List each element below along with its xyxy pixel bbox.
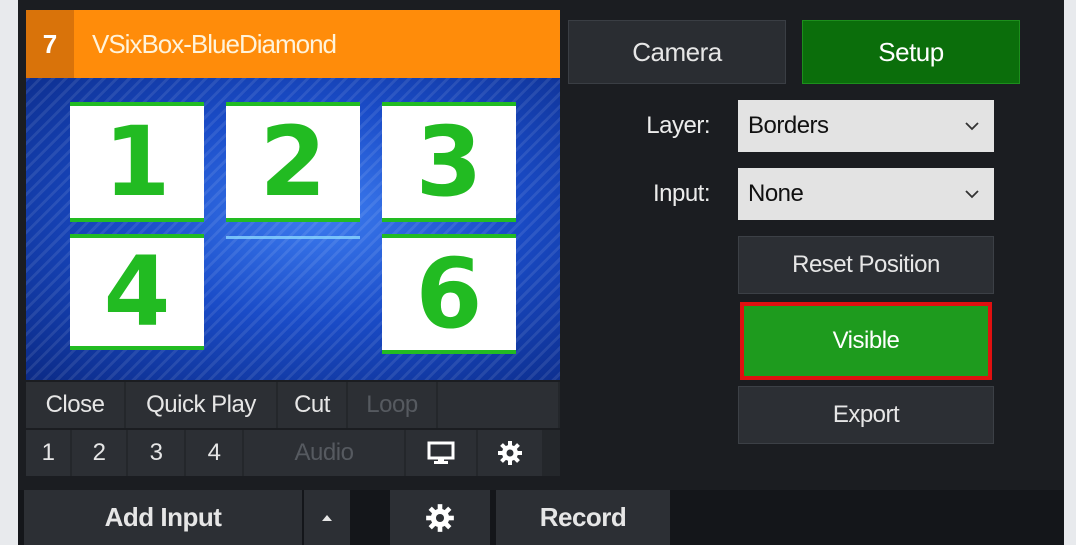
overlay-1-button[interactable]: 1	[26, 430, 70, 476]
input-number: 7	[26, 10, 74, 78]
loop-button[interactable]: Loop	[348, 382, 436, 428]
overlay-2-button[interactable]: 2	[72, 430, 126, 476]
layer-select[interactable]: Borders	[738, 100, 994, 152]
audio-button[interactable]: Audio	[244, 430, 404, 476]
chevron-down-icon	[965, 190, 979, 199]
record-button[interactable]: Record	[496, 490, 670, 545]
preview-tile-3: 3	[382, 102, 516, 222]
input-label: Input:	[652, 180, 711, 207]
card-row1-empty	[438, 382, 558, 428]
input-card-header[interactable]: 7 VSixBox-BlueDiamond	[26, 10, 560, 78]
monitor-button[interactable]	[406, 430, 476, 476]
close-button[interactable]: Close	[26, 382, 124, 428]
preview-tile-2: 2	[226, 102, 360, 222]
card-controls-row-2: 1 2 3 4 Audio	[26, 430, 560, 476]
chevron-down-icon	[965, 122, 979, 131]
layer-select-value: Borders	[748, 112, 829, 139]
cut-button[interactable]: Cut	[278, 382, 346, 428]
overlay-4-button[interactable]: 4	[186, 430, 242, 476]
monitor-icon	[427, 441, 455, 464]
card-settings-button[interactable]	[478, 430, 542, 476]
input-preview[interactable]: 1 2 3 4 6	[26, 78, 560, 380]
add-input-button[interactable]: Add Input	[24, 490, 302, 545]
card-controls-row-1: Close Quick Play Cut Loop	[26, 382, 560, 428]
input-title: VSixBox-BlueDiamond	[92, 28, 337, 59]
gear-icon	[498, 441, 522, 465]
settings-button[interactable]	[390, 490, 490, 545]
caret-up-icon	[322, 514, 332, 521]
gear-icon	[426, 503, 454, 532]
bottom-toolbar: Add Input Record	[18, 490, 1064, 545]
visible-button[interactable]: Visible	[740, 302, 992, 380]
preview-tile-6: 6	[382, 234, 516, 354]
quick-play-button[interactable]: Quick Play	[126, 382, 276, 428]
export-button[interactable]: Export	[738, 386, 994, 444]
vmix-panel: 7 VSixBox-BlueDiamond 1 2 3 4 6 Close Qu…	[18, 0, 1064, 545]
preview-tile-1: 1	[70, 102, 204, 222]
tab-setup[interactable]: Setup	[802, 20, 1020, 84]
add-input-menu-button[interactable]	[304, 490, 350, 545]
preview-empty-slot-line	[226, 236, 360, 239]
layer-label: Layer:	[646, 112, 710, 139]
overlay-3-button[interactable]: 3	[128, 430, 184, 476]
preview-tile-4: 4	[70, 234, 204, 350]
input-select-value: None	[748, 180, 804, 207]
tab-camera[interactable]: Camera	[568, 20, 786, 84]
reset-position-button[interactable]: Reset Position	[738, 236, 994, 294]
input-select[interactable]: None	[738, 168, 994, 220]
